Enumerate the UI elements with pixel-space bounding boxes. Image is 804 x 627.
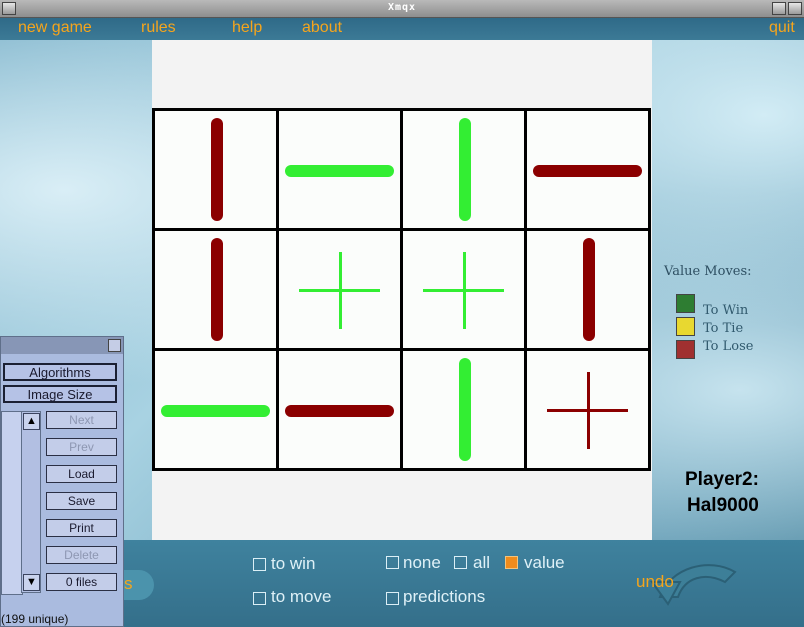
value-label[interactable]: value (524, 553, 565, 573)
scroll-down-icon[interactable]: ▼ (23, 574, 40, 591)
to-win-label[interactable]: to win (271, 554, 315, 574)
predictions-checkbox[interactable] (386, 592, 399, 605)
game-canvas (152, 40, 652, 540)
menu-quit[interactable]: quit (769, 19, 795, 37)
image-size-button[interactable]: Image Size (3, 385, 117, 403)
all-checkbox[interactable] (454, 556, 467, 569)
algorithms-button[interactable]: Algorithms (3, 363, 117, 381)
horizontal-piece[interactable] (533, 164, 642, 177)
horizontal-piece[interactable] (161, 404, 270, 417)
vertical-piece[interactable] (582, 238, 595, 341)
legend-lose-swatch (676, 340, 695, 359)
undo-button[interactable]: undo (636, 572, 674, 592)
board-cell[interactable] (276, 228, 403, 351)
board-cell[interactable] (400, 228, 527, 351)
file-list-scrollbar[interactable]: ▲ ▼ (21, 411, 41, 593)
board-cell[interactable] (524, 348, 651, 471)
panel-header[interactable] (1, 337, 123, 354)
to-move-label[interactable]: to move (271, 587, 331, 607)
vertical-piece[interactable] (210, 118, 223, 221)
save-button[interactable]: Save (46, 492, 117, 510)
menu-new-game[interactable]: new game (18, 19, 92, 37)
none-checkbox[interactable] (386, 556, 399, 569)
status-text: (199 unique) (1, 612, 69, 626)
menu-about[interactable]: about (302, 19, 342, 37)
legend-lose-label: To Lose (703, 339, 754, 354)
legend-tie-label: To Tie (703, 321, 744, 336)
all-label[interactable]: all (473, 553, 490, 573)
board-cell[interactable] (276, 348, 403, 471)
to-move-checkbox[interactable] (253, 592, 266, 605)
board-cell[interactable] (152, 108, 279, 231)
maximize-button[interactable] (788, 2, 802, 15)
vertical-piece[interactable] (210, 238, 223, 341)
legend-win-label: To Win (703, 303, 749, 318)
legend-title: Value Moves: (664, 264, 752, 279)
scroll-up-icon[interactable]: ▲ (23, 413, 40, 430)
delete-button[interactable]: Delete (46, 546, 117, 564)
partial-label: s (124, 570, 154, 600)
vertical-piece[interactable] (458, 118, 471, 221)
vertical-piece[interactable] (458, 358, 471, 461)
board-cell[interactable] (152, 228, 279, 351)
file-list[interactable] (1, 411, 23, 595)
value-checkbox[interactable] (505, 556, 518, 569)
plus-piece[interactable] (299, 288, 380, 292)
window-title-bar[interactable]: Xmqx (0, 0, 804, 18)
player-name: Hal9000 (687, 495, 759, 516)
minimize-button[interactable] (772, 2, 786, 15)
board-cell[interactable] (524, 108, 651, 231)
load-button[interactable]: Load (46, 465, 117, 483)
board-cell[interactable] (524, 228, 651, 351)
board-cell[interactable] (152, 348, 279, 471)
predictions-label[interactable]: predictions (403, 587, 485, 607)
board-cell[interactable] (276, 108, 403, 231)
board-cell[interactable] (400, 108, 527, 231)
to-win-checkbox[interactable] (253, 558, 266, 571)
legend-tie-swatch (676, 317, 695, 336)
legend-win-swatch (676, 294, 695, 313)
none-label[interactable]: none (403, 553, 441, 573)
horizontal-piece[interactable] (285, 164, 394, 177)
side-panel: Algorithms Image Size ▲ ▼ Next Prev Load… (0, 336, 124, 627)
menu-bar: new game rules help about quit (0, 18, 804, 40)
files-count: 0 files (46, 573, 117, 591)
game-board (152, 40, 652, 540)
horizontal-piece[interactable] (285, 404, 394, 417)
board-cell[interactable] (400, 348, 527, 471)
plus-piece[interactable] (423, 288, 504, 292)
menu-rules[interactable]: rules (141, 19, 176, 37)
player-label: Player2: (685, 469, 759, 490)
next-button[interactable]: Next (46, 411, 117, 429)
print-button[interactable]: Print (46, 519, 117, 537)
panel-close-icon[interactable] (108, 339, 121, 352)
plus-piece[interactable] (547, 408, 628, 412)
prev-button[interactable]: Prev (46, 438, 117, 456)
menu-help[interactable]: help (232, 19, 262, 37)
window-title: Xmqx (387, 2, 417, 13)
